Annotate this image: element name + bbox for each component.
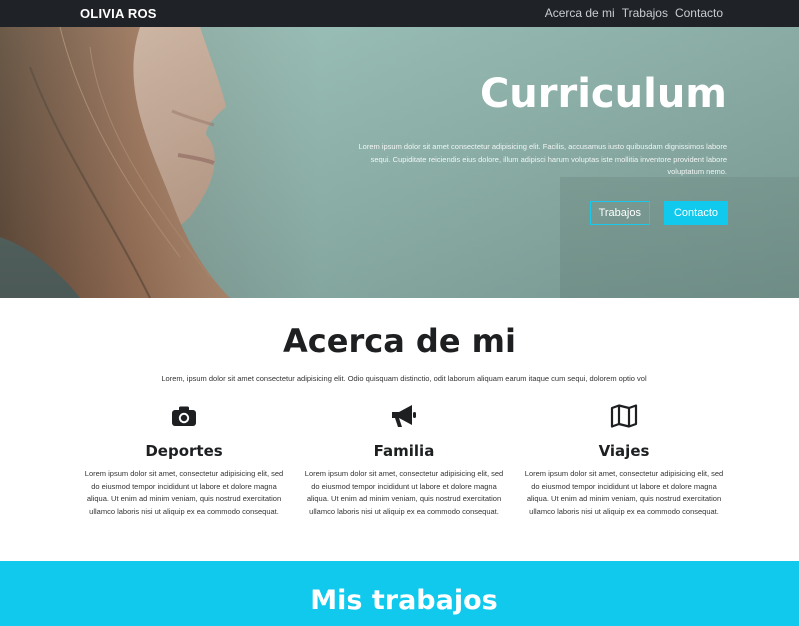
megaphone-icon <box>294 402 514 430</box>
about-item-travel: Viajes Lorem ipsum dolor sit amet, conse… <box>514 402 734 518</box>
camera-icon <box>74 402 294 430</box>
about-item-title: Familia <box>373 442 435 460</box>
map-icon <box>514 402 734 430</box>
about-item-text: Lorem ipsum dolor sit amet, consectetur … <box>524 469 724 516</box>
about-lead: Lorem, ipsum dolor sit amet consectetur … <box>161 374 647 383</box>
nav-link-contact[interactable]: Contacto <box>675 6 723 20</box>
contact-button[interactable]: Contacto <box>663 201 728 225</box>
brand-logo[interactable]: OLIVIA ROS <box>80 6 157 21</box>
hero-buttons: Trabajos Contacto <box>589 201 728 225</box>
about-item-text: Lorem ipsum dolor sit amet, consectetur … <box>304 469 504 516</box>
hero-title: Curriculum <box>479 71 727 117</box>
hero-text: Lorem ipsum dolor sit amet consectetur a… <box>358 142 728 176</box>
hero-banner: Curriculum Lorem ipsum dolor sit amet co… <box>0 27 799 298</box>
about-columns: Deportes Lorem ipsum dolor sit amet, con… <box>74 402 734 518</box>
works-button[interactable]: Trabajos <box>589 201 650 225</box>
works-section: Mis trabajos <box>0 561 799 626</box>
about-item-text: Lorem ipsum dolor sit amet, consectetur … <box>84 469 284 516</box>
works-title: Mis trabajos <box>310 585 498 616</box>
about-item-family: Familia Lorem ipsum dolor sit amet, cons… <box>294 402 514 518</box>
about-item-title: Viajes <box>598 442 650 460</box>
nav-link-works[interactable]: Trabajos <box>622 6 668 20</box>
about-title: Acerca de mi <box>283 322 516 360</box>
about-item-title: Deportes <box>145 442 223 460</box>
navbar: OLIVIA ROS Acerca de mi Trabajos Contact… <box>0 0 799 27</box>
nav-links: Acerca de mi Trabajos Contacto <box>545 6 723 20</box>
about-item-sports: Deportes Lorem ipsum dolor sit amet, con… <box>74 402 294 518</box>
nav-link-about[interactable]: Acerca de mi <box>545 6 615 20</box>
